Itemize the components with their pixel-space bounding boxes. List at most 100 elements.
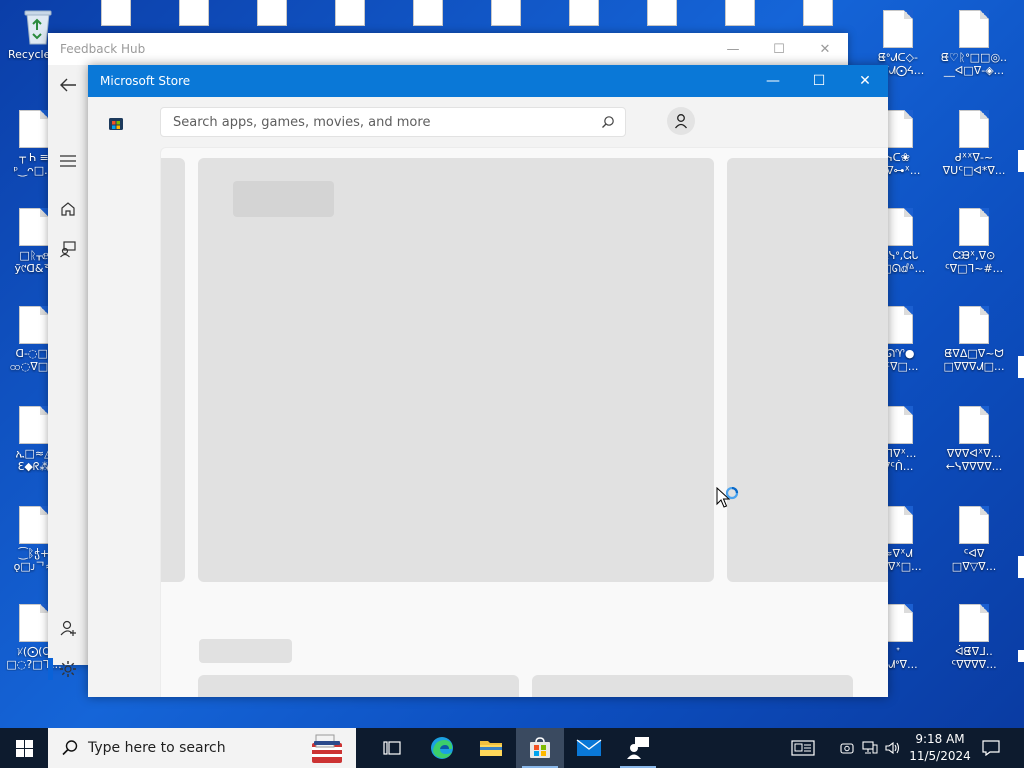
hamburger-icon bbox=[60, 155, 76, 167]
file-icon bbox=[179, 0, 209, 26]
search-icon[interactable] bbox=[601, 115, 615, 132]
file-icon bbox=[19, 506, 49, 544]
network-icon bbox=[862, 741, 878, 754]
taskbar-app-feedback-hub[interactable] bbox=[614, 728, 662, 768]
tile-placeholder[interactable] bbox=[532, 675, 853, 697]
hamburger-menu-button[interactable] bbox=[48, 143, 88, 179]
desktop-icon-label: ᑦᐊᐁ bbox=[963, 547, 985, 560]
desktop-icon[interactable] bbox=[712, 0, 768, 32]
feedback-hub-titlebar[interactable]: Feedback Hub — ☐ ✕ bbox=[48, 33, 848, 65]
desktop-icon-label: ᘀᐁᐃ□ᐁ~ᗢ bbox=[944, 347, 1004, 360]
desktop-icon-partial[interactable] bbox=[1018, 356, 1024, 378]
desktop-icon[interactable] bbox=[322, 0, 378, 32]
file-icon bbox=[19, 406, 49, 444]
desktop-icon[interactable]: ᑯᕽᕽᐁ-~ ᐁᑌᑦ□ᐊ*ᐁ... bbox=[936, 110, 1012, 177]
desktop-icon[interactable]: ᐁᐁᐁᐊᕽᐁ... ←ᓭᐁᐁᐁᐁ... bbox=[936, 406, 1012, 473]
minimize-button[interactable]: — bbox=[750, 65, 796, 97]
back-arrow-icon bbox=[60, 78, 76, 92]
maximize-icon: ☐ bbox=[812, 73, 826, 89]
file-icon bbox=[959, 10, 989, 48]
desktop-icon[interactable] bbox=[478, 0, 534, 32]
news-interests-button[interactable] bbox=[786, 728, 820, 768]
file-icon bbox=[19, 306, 49, 344]
file-icon bbox=[647, 0, 677, 26]
action-center-button[interactable] bbox=[976, 728, 1006, 768]
notifications-icon bbox=[982, 740, 1000, 756]
desktop-icon[interactable]: ᘀ♡ᚱᐤ□□◎.. __ᐊ□ᐁ-◈... bbox=[936, 10, 1012, 77]
nav-feedback[interactable] bbox=[48, 231, 88, 267]
desktop-icon-partial[interactable] bbox=[1018, 556, 1024, 578]
desktop-icon[interactable] bbox=[400, 0, 456, 32]
account-button[interactable] bbox=[667, 107, 695, 135]
minimize-icon: — bbox=[766, 73, 780, 89]
desktop-icon[interactable] bbox=[244, 0, 300, 32]
taskbar-clock[interactable]: 9:18 AM 11/5/2024 bbox=[900, 731, 980, 765]
desktop-icon[interactable] bbox=[634, 0, 690, 32]
search-input[interactable] bbox=[171, 114, 595, 131]
mail-icon bbox=[576, 739, 602, 756]
tile-placeholder[interactable] bbox=[198, 675, 519, 697]
nav-settings[interactable] bbox=[48, 651, 88, 687]
taskbar-app-file-explorer[interactable] bbox=[467, 728, 515, 768]
desktop-icon-label: __ᐊ□ᐁ-◈... bbox=[943, 64, 1005, 77]
carousel-card-placeholder-next[interactable] bbox=[727, 158, 888, 582]
file-icon bbox=[959, 110, 989, 148]
desktop-icon-partial[interactable] bbox=[1018, 650, 1024, 662]
taskbar: Type here to search 9:18 AM 11/5/2024 bbox=[0, 728, 1024, 768]
desktop-icon-label: ←ᓭᐁᐁᐁᐁ... bbox=[945, 460, 1003, 473]
desktop-icon-label: ᑦᐁ□ᒣ~#... bbox=[944, 262, 1004, 275]
nav-home[interactable] bbox=[48, 191, 88, 227]
election-ballot-box-icon bbox=[308, 731, 346, 768]
store-titlebar[interactable]: Microsoft Store — ☐ ✕ bbox=[88, 65, 888, 97]
desktop-icon-label: ᐁᑌᑦ□ᐊ*ᐁ... bbox=[942, 164, 1006, 177]
minimize-button[interactable]: — bbox=[710, 33, 756, 65]
feedback-hub-icon bbox=[627, 737, 649, 759]
carousel-card-placeholder-prev[interactable] bbox=[161, 158, 185, 582]
desktop-icon-label: □ᐁ▽ᐁ... bbox=[951, 560, 997, 573]
minimize-icon: — bbox=[726, 41, 740, 57]
desktop-icon[interactable]: ᐋᘀᐁᒧ.. ᑦᐁᐁᐁᐁ... bbox=[936, 604, 1012, 671]
start-button[interactable] bbox=[0, 728, 48, 768]
store-search-box[interactable] bbox=[160, 107, 626, 137]
back-button[interactable] bbox=[48, 67, 88, 103]
desktop-icon[interactable]: ᑦᐊᐁ □ᐁ▽ᐁ... bbox=[936, 506, 1012, 573]
section-heading-placeholder bbox=[199, 639, 292, 663]
feedback-icon bbox=[60, 241, 76, 258]
taskbar-app-edge[interactable] bbox=[418, 728, 466, 768]
close-button[interactable]: ✕ bbox=[842, 65, 888, 97]
tray-network[interactable] bbox=[860, 728, 880, 768]
desktop-icon[interactable] bbox=[166, 0, 222, 32]
file-icon bbox=[19, 604, 49, 642]
close-button[interactable]: ✕ bbox=[802, 33, 848, 65]
file-icon bbox=[257, 0, 287, 26]
carousel-card-placeholder[interactable] bbox=[198, 158, 714, 582]
add-account-icon bbox=[60, 620, 76, 636]
file-icon bbox=[959, 506, 989, 544]
store-content bbox=[160, 147, 888, 697]
clock-date: 11/5/2024 bbox=[909, 749, 971, 763]
file-icon bbox=[959, 406, 989, 444]
taskbar-search-box[interactable]: Type here to search bbox=[48, 728, 356, 768]
window-title: Feedback Hub bbox=[60, 42, 146, 56]
close-icon: ✕ bbox=[859, 73, 871, 89]
close-icon: ✕ bbox=[819, 41, 831, 57]
desktop-icon[interactable] bbox=[88, 0, 144, 32]
desktop-icon-partial[interactable] bbox=[1018, 150, 1024, 172]
taskbar-app-microsoft-store[interactable] bbox=[516, 728, 564, 768]
busy-cursor bbox=[716, 486, 742, 514]
maximize-button[interactable]: ☐ bbox=[796, 65, 842, 97]
desktop-icon[interactable]: ᘀᐁᐃ□ᐁ~ᗢ □ᐁᐁᐁᗂ□... bbox=[936, 306, 1012, 373]
desktop-icon[interactable] bbox=[556, 0, 612, 32]
microsoft-store-window[interactable]: Microsoft Store — ☐ ✕ bbox=[88, 65, 888, 697]
desktop-icon[interactable]: ᘳᙖᕽ,ᐁ⊙ ᑦᐁ□ᒣ~#... bbox=[936, 208, 1012, 275]
taskbar-search-text: Type here to search bbox=[88, 740, 226, 756]
task-view-button[interactable] bbox=[368, 728, 416, 768]
taskbar-app-mail[interactable] bbox=[565, 728, 613, 768]
desktop-icon[interactable] bbox=[790, 0, 846, 32]
maximize-button[interactable]: ☐ bbox=[756, 33, 802, 65]
home-icon bbox=[61, 202, 75, 216]
tray-meet-now[interactable] bbox=[838, 728, 856, 768]
feedback-hub-nav bbox=[48, 65, 88, 680]
nav-account[interactable] bbox=[48, 610, 88, 646]
search-icon bbox=[61, 739, 79, 760]
